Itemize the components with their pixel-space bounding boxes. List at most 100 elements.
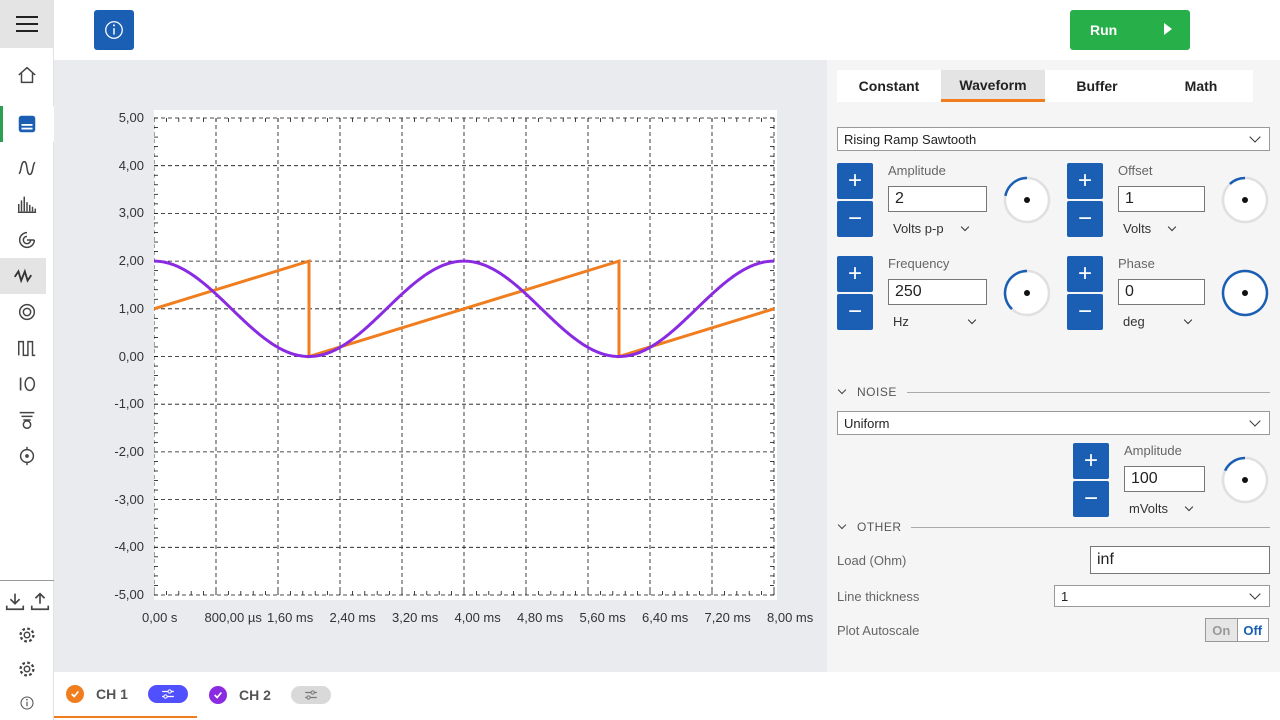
minus-icon: − (1083, 485, 1098, 512)
load-session-button[interactable] (4, 590, 26, 612)
chevron-down-icon (960, 222, 969, 232)
frequency-knob[interactable] (1002, 268, 1052, 318)
voltmeter-tool-button[interactable] (0, 294, 54, 330)
amplitude-knob[interactable] (1002, 175, 1052, 225)
menu-toggle-button[interactable] (0, 0, 54, 48)
settings-button[interactable] (0, 651, 54, 687)
offset-unit-value: Volts (1123, 221, 1152, 236)
pattern-generator-tool-button[interactable] (0, 330, 54, 366)
offset-knob[interactable] (1220, 175, 1270, 225)
digital-io-tool-button[interactable] (0, 366, 54, 402)
offset-increment-button[interactable]: + (1067, 163, 1103, 199)
noise-section-header[interactable]: NOISE (837, 385, 897, 399)
download-icon (5, 593, 25, 611)
info-icon (20, 696, 34, 710)
x-tick-label: 8,00 ms (767, 610, 814, 625)
channel-1-tab[interactable]: CH 1 (54, 672, 197, 718)
offset-decrement-button[interactable]: − (1067, 201, 1103, 237)
phase-knob[interactable] (1220, 268, 1270, 318)
x-tick-label: 6,40 ms (642, 610, 689, 625)
network-analyzer-tool-button[interactable] (0, 222, 54, 258)
plot-autoscale-label: Plot Autoscale (837, 623, 920, 638)
upload-icon (30, 592, 50, 611)
phase-unit-select[interactable]: deg (1123, 314, 1192, 329)
frequency-unit-select[interactable]: Hz (893, 314, 977, 329)
noise-amplitude-unit-select[interactable]: mVolts (1129, 501, 1194, 516)
chevron-down-icon (1184, 502, 1194, 512)
plus-icon: + (847, 167, 862, 194)
frequency-input[interactable]: 250 (888, 279, 987, 305)
sidebar-divider (0, 580, 54, 581)
channel-1-settings-button[interactable] (147, 685, 188, 703)
x-tick-label: 7,20 ms (704, 610, 751, 625)
x-tick-label: 5,60 ms (579, 610, 626, 625)
amplitude-input[interactable]: 2 (888, 186, 987, 212)
phase-increment-button[interactable]: + (1067, 256, 1103, 292)
device-button[interactable] (0, 106, 54, 142)
x-tick-label: 800,00 µs (204, 610, 262, 625)
frequency-decrement-button[interactable]: − (837, 294, 873, 330)
main-area: 5,00 4,00 3,00 2,00 1,00 0,00 -1,00 -2,00 -3,00 -… (54, 60, 827, 672)
amplitude-increment-button[interactable]: + (837, 163, 873, 199)
waveform-type-value: Rising Ramp Sawtooth (844, 131, 977, 147)
checkmark-icon[interactable] (66, 685, 84, 703)
info-button[interactable] (94, 10, 134, 50)
offset-input[interactable]: 1 (1118, 186, 1205, 212)
noise-amplitude-knob[interactable] (1220, 455, 1270, 505)
preferences-button[interactable] (0, 617, 54, 653)
calibration-tool-button[interactable] (0, 438, 54, 474)
calibration-icon (19, 446, 35, 466)
home-icon (18, 66, 36, 84)
y-tick-label: -4,00 (114, 539, 144, 555)
signal-generator-tool-button[interactable] (0, 258, 46, 294)
chevron-down-icon (1167, 222, 1177, 232)
knob-center-dot (1242, 477, 1248, 483)
about-button[interactable] (0, 688, 54, 718)
y-tick-label: 5,00 (118, 110, 144, 125)
amplitude-decrement-button[interactable]: − (837, 201, 873, 237)
load-input[interactable]: inf (1090, 546, 1270, 574)
line-thickness-label: Line thickness (837, 589, 920, 604)
amplitude-unit-value: Volts p-p (893, 221, 944, 236)
waveform-type-select[interactable]: Rising Ramp Sawtooth (837, 127, 1270, 151)
gear-icon (19, 627, 35, 643)
chevron-down-icon (1183, 315, 1192, 325)
oscilloscope-tool-button[interactable] (0, 150, 54, 186)
run-button[interactable]: Run (1070, 10, 1190, 50)
tab-constant[interactable]: Constant (837, 70, 941, 102)
channel-2-label: CH 2 (239, 687, 271, 703)
noise-type-select[interactable]: Uniform (837, 411, 1270, 435)
logic-analyzer-tool-button[interactable] (0, 402, 54, 438)
tab-math[interactable]: Math (1149, 70, 1253, 102)
y-tick-label: -5,00 (114, 587, 144, 602)
channel-2-tab[interactable]: CH 2 (209, 672, 331, 718)
tab-buffer[interactable]: Buffer (1045, 70, 1149, 102)
waveform-plot[interactable] (154, 110, 777, 600)
tab-waveform[interactable]: Waveform (941, 70, 1045, 102)
y-tick-label: 1,00 (118, 300, 144, 316)
noise-section-title: NOISE (857, 385, 897, 399)
phase-decrement-button[interactable]: − (1067, 294, 1103, 330)
line-thickness-select[interactable]: 1 (1054, 585, 1270, 607)
chevron-down-icon (837, 385, 847, 395)
frequency-increment-button[interactable]: + (837, 256, 873, 292)
phase-input[interactable]: 0 (1118, 279, 1205, 305)
noise-amplitude-input[interactable]: 100 (1124, 466, 1205, 492)
save-session-button[interactable] (29, 590, 51, 612)
toggle-on-option[interactable]: On (1206, 619, 1237, 641)
checkmark-icon[interactable] (209, 686, 227, 704)
spectrum-analyzer-tool-button[interactable] (0, 186, 54, 222)
plot-autoscale-toggle[interactable]: On Off (1205, 618, 1269, 642)
home-button[interactable] (0, 57, 54, 93)
chevron-down-icon (1249, 588, 1261, 600)
channel-2-settings-button[interactable] (290, 686, 331, 704)
toggle-off-option[interactable]: Off (1236, 619, 1268, 641)
other-section-header[interactable]: OTHER (837, 520, 902, 534)
channel-bar: CH 1 CH 2 (54, 672, 1280, 720)
offset-unit-select[interactable]: Volts (1123, 221, 1177, 236)
amplitude-unit-select[interactable]: Volts p-p (893, 221, 969, 236)
noise-amplitude-decrement-button[interactable]: − (1073, 481, 1109, 517)
hamburger-icon (16, 16, 38, 32)
y-tick-label: 3,00 (118, 205, 144, 221)
noise-amplitude-increment-button[interactable]: + (1073, 443, 1109, 479)
